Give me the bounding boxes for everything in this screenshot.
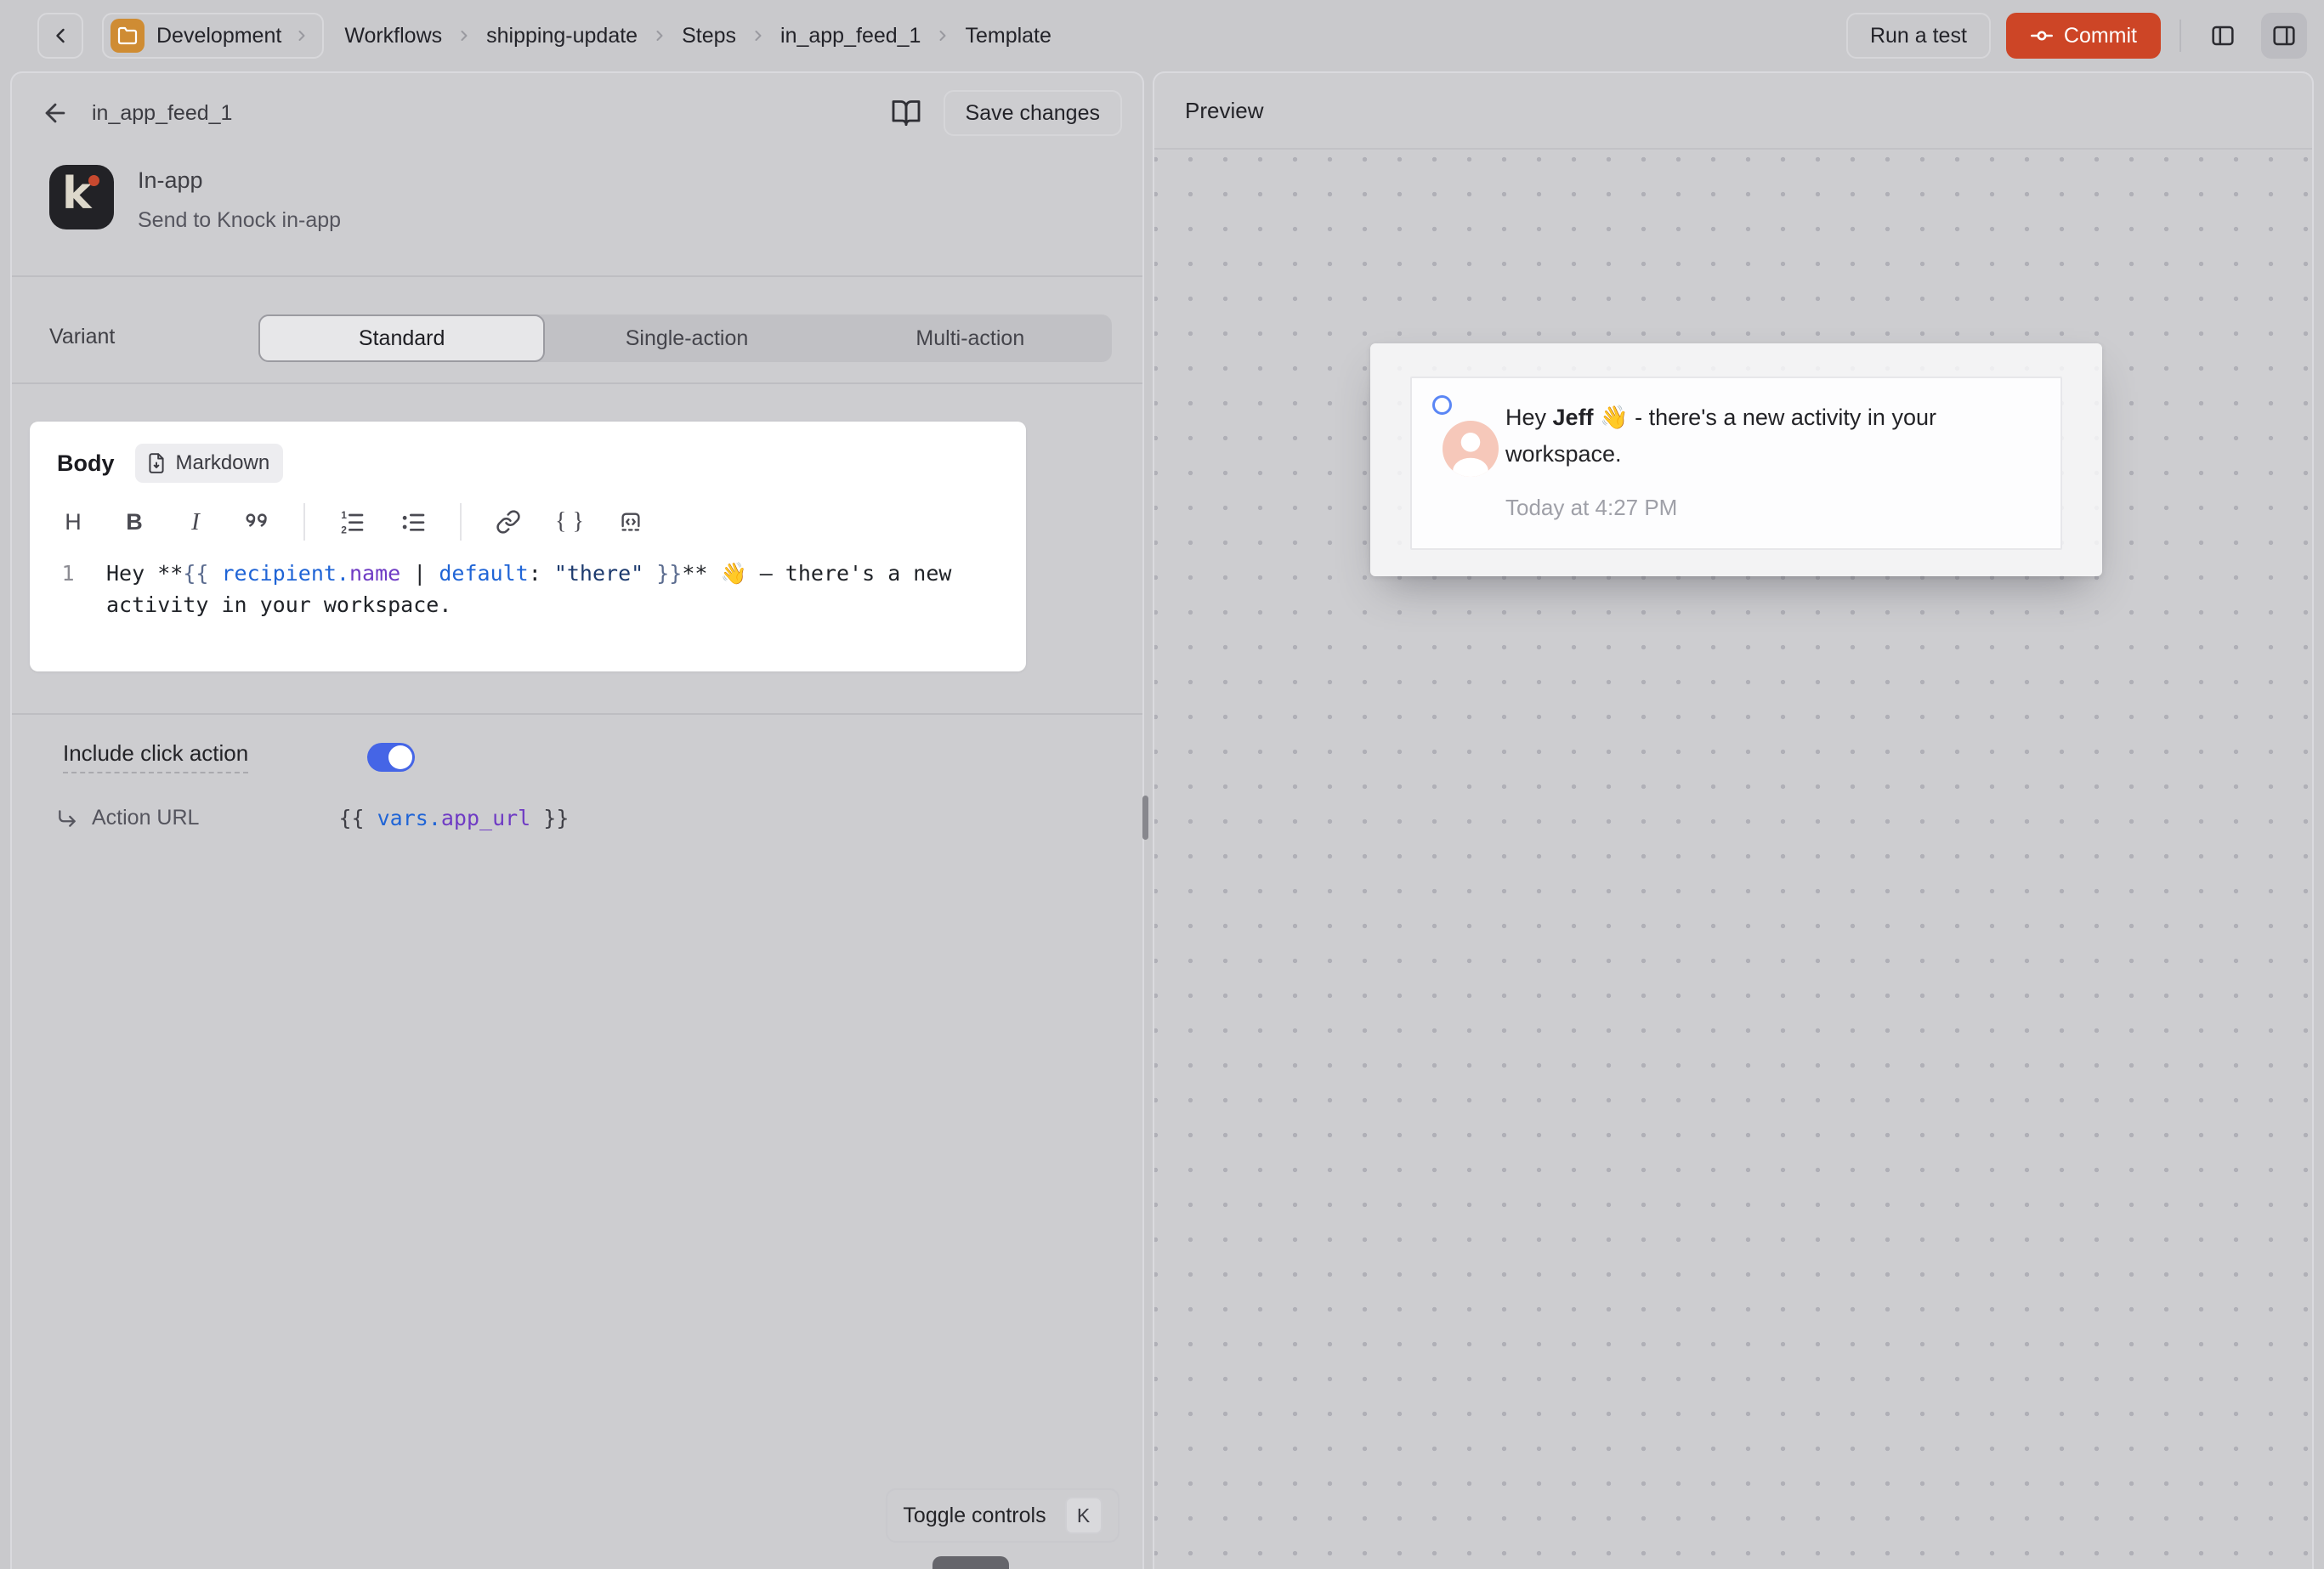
bullet-list-icon[interactable]: [395, 504, 431, 540]
preview-panel: Preview Hey Jeff 👋 - there's a new activ…: [1153, 71, 2314, 1569]
body-editor-card: Body Markdown H B I 12: [30, 422, 1026, 671]
chevron-right-icon: [293, 27, 310, 44]
git-commit-icon: [2030, 24, 2054, 48]
channel-subtitle: Send to Knock in-app: [138, 208, 341, 233]
notification-text: Hey Jeff 👋 - there's a new activity in y…: [1505, 399, 2041, 473]
editor-header: in_app_feed_1 Save changes: [12, 73, 1142, 153]
divider: [12, 382, 1142, 384]
toggle-right-panel-button[interactable]: [2261, 13, 2307, 59]
chevron-right-icon: [651, 27, 668, 44]
topbar: Development Workflows shipping-update St…: [0, 0, 2324, 71]
action-url-label: Action URL: [92, 806, 199, 830]
avatar: [1443, 421, 1499, 477]
variant-option-multi-action[interactable]: Multi-action: [829, 314, 1112, 362]
ordered-list-icon[interactable]: 12: [334, 504, 370, 540]
back-button[interactable]: [37, 13, 83, 59]
preview-header: Preview: [1154, 73, 2312, 150]
code-content: Hey **{{ recipient.name | default: "ther…: [106, 558, 990, 620]
chevron-left-icon: [48, 24, 72, 48]
chevron-right-icon: [934, 27, 951, 44]
keyboard-shortcut-badge: K: [1065, 1497, 1102, 1534]
template-editor-panel: in_app_feed_1 Save changes k In-app Send…: [10, 71, 1144, 1569]
file-markdown-icon: [145, 452, 167, 474]
line-number: 1: [30, 558, 106, 620]
breadcrumb-workflows[interactable]: Workflows: [344, 24, 442, 48]
divider: [2179, 20, 2181, 52]
back-arrow-button[interactable]: [41, 99, 70, 127]
bottom-sheet-peek: [932, 1556, 1009, 1569]
unread-indicator: [1432, 395, 1452, 415]
breadcrumb-step-name[interactable]: in_app_feed_1: [780, 24, 921, 48]
include-click-action-label: Include click action: [63, 740, 248, 773]
variant-option-single-action[interactable]: Single-action: [545, 314, 828, 362]
channel-info: k In-app Send to Knock in-app: [49, 165, 341, 233]
blockquote-icon[interactable]: [239, 504, 275, 540]
breadcrumb-template[interactable]: Template: [965, 24, 1051, 48]
body-label: Body: [57, 450, 115, 477]
code-block-icon[interactable]: [613, 504, 649, 540]
divider: [303, 503, 305, 541]
book-open-icon: [891, 98, 921, 128]
panel-right-icon: [2270, 22, 2298, 49]
divider: [12, 275, 1142, 277]
heading-icon[interactable]: H: [55, 504, 91, 540]
wave-emoji: 👋: [721, 561, 747, 586]
environment-folder-icon: [111, 19, 145, 53]
link-icon[interactable]: [490, 504, 526, 540]
commit-button[interactable]: Commit: [2006, 13, 2161, 59]
variant-segmented-control: Standard Single-action Multi-action: [258, 314, 1112, 362]
chevron-right-icon: [750, 27, 767, 44]
body-code-editor[interactable]: 1 Hey **{{ recipient.name | default: "th…: [30, 558, 1026, 620]
variables-braces-icon[interactable]: { }: [552, 504, 587, 540]
save-changes-button[interactable]: Save changes: [944, 90, 1122, 136]
include-click-action-toggle[interactable]: [367, 743, 415, 772]
divider: [12, 713, 1142, 715]
preview-canvas: Hey Jeff 👋 - there's a new activity in y…: [1154, 151, 2312, 1569]
environment-label: Development: [156, 24, 281, 48]
notification-timestamp: Today at 4:27 PM: [1505, 495, 1677, 521]
italic-icon[interactable]: I: [178, 504, 213, 540]
notification-preview-card[interactable]: Hey Jeff 👋 - there's a new activity in y…: [1410, 377, 2062, 550]
toggle-left-panel-button[interactable]: [2200, 13, 2246, 59]
channel-title: In-app: [138, 167, 341, 194]
chevron-right-icon: [456, 27, 473, 44]
toggle-controls-button[interactable]: Toggle controls K: [886, 1488, 1119, 1543]
toggle-controls-label: Toggle controls: [903, 1504, 1046, 1528]
step-name: in_app_feed_1: [92, 101, 232, 126]
arrow-left-icon: [41, 99, 70, 127]
preview-title: Preview: [1185, 98, 1263, 124]
divider: [460, 503, 462, 541]
breadcrumb: Workflows shipping-update Steps in_app_f…: [344, 24, 1051, 48]
svg-text:1: 1: [341, 509, 347, 521]
topbar-actions: Run a test Commit: [1846, 13, 2307, 59]
breadcrumb-steps[interactable]: Steps: [682, 24, 736, 48]
docs-button[interactable]: [891, 98, 921, 128]
panel-left-icon: [2209, 22, 2236, 49]
commit-label: Commit: [2064, 24, 2137, 48]
breadcrumb-workflow-name[interactable]: shipping-update: [486, 24, 638, 48]
bold-icon[interactable]: B: [116, 504, 152, 540]
environment-switcher[interactable]: Development: [102, 13, 324, 59]
recipient-name: Jeff: [1553, 405, 1594, 430]
action-url-value[interactable]: {{ vars.app_url }}: [338, 806, 569, 830]
corner-down-right-icon: [56, 807, 78, 830]
feed-preview-frame: Hey Jeff 👋 - there's a new activity in y…: [1370, 343, 2102, 576]
variant-label: Variant: [49, 325, 115, 349]
variant-option-standard[interactable]: Standard: [258, 314, 545, 362]
format-badge[interactable]: Markdown: [135, 444, 284, 483]
knock-logo-icon: k: [49, 165, 114, 229]
editor-toolbar: H B I 12 { }: [55, 503, 1026, 541]
svg-text:2: 2: [341, 524, 347, 535]
format-badge-label: Markdown: [176, 451, 270, 475]
action-url-row: Action URL {{ vars.app_url }}: [56, 806, 569, 830]
panel-resize-handle[interactable]: [1142, 796, 1148, 840]
run-a-test-button[interactable]: Run a test: [1846, 13, 1991, 59]
